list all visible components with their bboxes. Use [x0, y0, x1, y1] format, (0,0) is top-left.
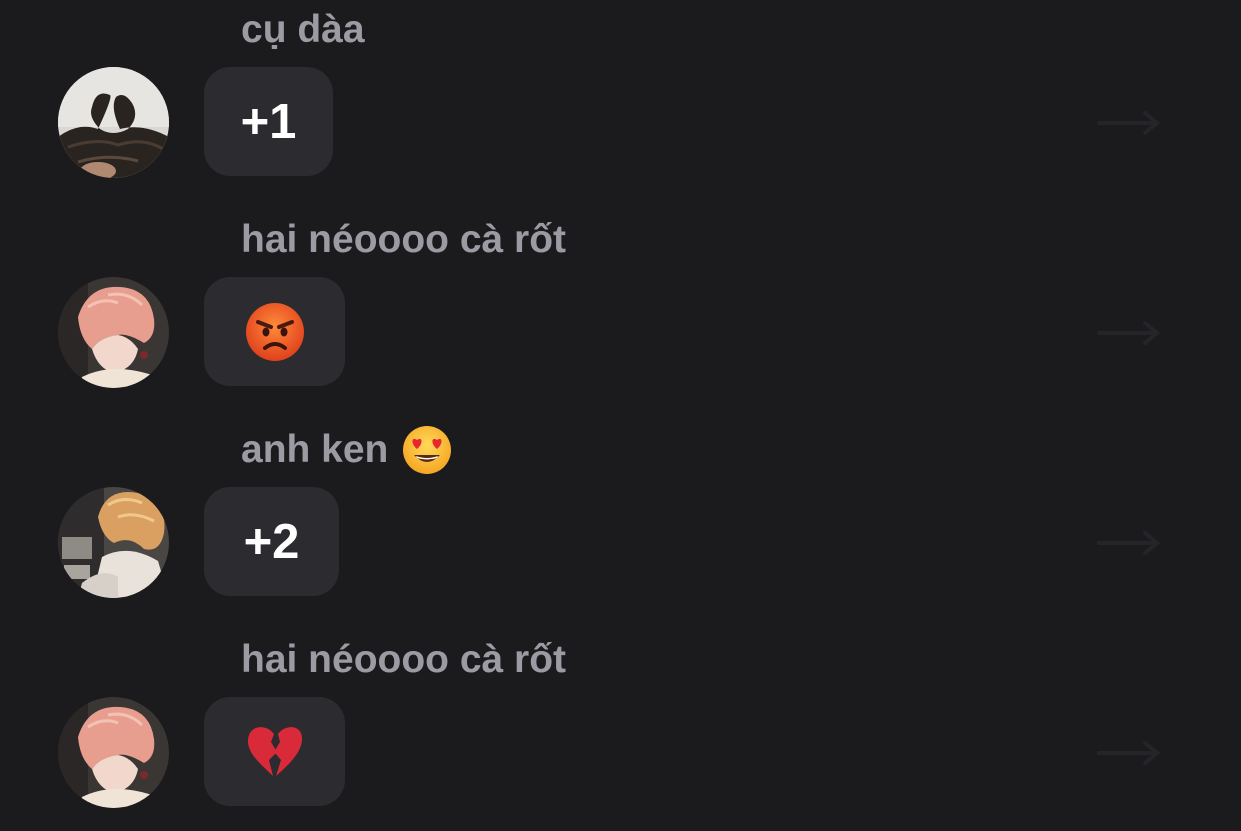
sender-name: anh ken: [241, 426, 452, 474]
avatar[interactable]: [58, 67, 169, 178]
pink-hair-avatar-icon: [58, 277, 169, 388]
sender-name-text: cụ dàa: [241, 8, 365, 51]
sender-name: hai néoooo cà rốt: [241, 638, 566, 682]
reply-arrow-icon[interactable]: [1095, 108, 1165, 138]
heart-eyes-face-icon: [403, 426, 452, 474]
message-bubble[interactable]: [204, 277, 345, 386]
message-text: +1: [240, 94, 297, 149]
message-text: +2: [243, 514, 300, 569]
sender-name: cụ dàa: [241, 8, 365, 52]
avatar[interactable]: [58, 487, 169, 598]
reply-arrow-icon[interactable]: [1095, 738, 1165, 768]
message-group: hai néoooo cà rốt: [0, 218, 1241, 428]
chat-thread: cụ dàa +1 hai néoooo cà rốt anh ken +2 h…: [0, 0, 1241, 831]
sender-name: hai néoooo cà rốt: [241, 218, 566, 262]
heart-hair-avatar-icon: [58, 67, 169, 178]
message-bubble[interactable]: +2: [204, 487, 339, 596]
message-bubble[interactable]: [204, 697, 345, 806]
message-group: cụ dàa +1: [0, 8, 1241, 218]
avatar[interactable]: [58, 277, 169, 388]
broken-heart-icon: [247, 726, 302, 776]
pink-hair-avatar-icon: [58, 697, 169, 808]
sender-name-text: hai néoooo cà rốt: [241, 638, 567, 681]
message-bubble[interactable]: +1: [204, 67, 333, 176]
sender-name-text: anh ken: [241, 428, 389, 471]
reply-arrow-icon[interactable]: [1095, 318, 1165, 348]
message-group: hai néoooo cà rốt: [0, 638, 1241, 831]
message-group: anh ken +2: [0, 426, 1241, 638]
angry-face-icon: [245, 302, 304, 361]
reply-arrow-icon[interactable]: [1095, 528, 1165, 558]
sender-name-text: hai néoooo cà rốt: [241, 218, 567, 261]
curly-hair-avatar-icon: [58, 487, 169, 598]
avatar[interactable]: [58, 697, 169, 808]
